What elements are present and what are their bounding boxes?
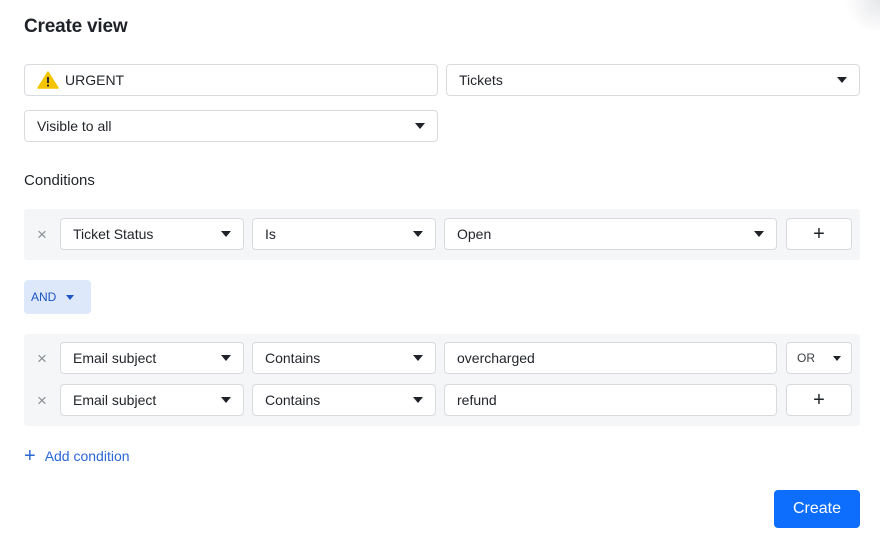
condition-field-select[interactable]: Email subject	[60, 384, 244, 416]
condition-value-input[interactable]: refund	[444, 384, 777, 416]
corner-shadow	[840, 0, 880, 30]
condition-field-select[interactable]: Email subject	[60, 342, 244, 374]
object-type-value: Tickets	[459, 72, 503, 88]
condition-operator-value: Contains	[265, 350, 321, 366]
add-or-condition-button[interactable]: +	[786, 384, 852, 416]
condition-value-select[interactable]: Open	[444, 218, 777, 250]
conditions-label: Conditions	[24, 172, 95, 189]
remove-condition-button[interactable]: ×	[34, 225, 50, 244]
remove-condition-button[interactable]: ×	[34, 391, 50, 410]
condition-operator-select[interactable]: Contains	[252, 384, 436, 416]
chevron-down-icon	[413, 397, 423, 403]
condition-operator-select[interactable]: Contains	[252, 342, 436, 374]
condition-field-value: Email subject	[73, 350, 157, 366]
remove-condition-button[interactable]: ×	[34, 349, 50, 368]
condition-operator-value: Is	[265, 226, 276, 242]
chevron-down-icon	[837, 77, 847, 83]
plus-icon: +	[24, 445, 36, 467]
view-name-input[interactable]: URGENT	[24, 64, 438, 96]
chevron-down-icon	[221, 355, 231, 361]
warning-icon	[37, 71, 59, 89]
condition-value-value: Open	[457, 226, 492, 242]
chevron-down-icon	[413, 355, 423, 361]
or-connector-value: OR	[797, 351, 815, 365]
add-condition-label: Add condition	[44, 448, 130, 464]
or-connector-select[interactable]: OR	[786, 342, 852, 374]
condition-field-select[interactable]: Ticket Status	[60, 218, 244, 250]
condition-field-value: Ticket Status	[73, 226, 154, 242]
condition-operator-value: Contains	[265, 392, 321, 408]
chevron-down-icon	[221, 231, 231, 237]
chevron-down-icon	[833, 355, 841, 361]
visibility-value: Visible to all	[37, 118, 112, 134]
create-button[interactable]: Create	[774, 490, 860, 528]
add-condition-link[interactable]: + Add condition	[24, 446, 130, 466]
condition-value-text: refund	[457, 392, 497, 408]
dialog-title: Create view	[24, 16, 128, 37]
view-name-value: URGENT	[65, 72, 125, 88]
condition-operator-select[interactable]: Is	[252, 218, 436, 250]
condition-field-value: Email subject	[73, 392, 157, 408]
chevron-down-icon	[221, 397, 231, 403]
visibility-select[interactable]: Visible to all	[24, 110, 438, 142]
group-connector-value: AND	[31, 290, 57, 304]
group-connector-select[interactable]: AND	[24, 280, 91, 314]
object-type-select[interactable]: Tickets	[446, 64, 860, 96]
chevron-down-icon	[413, 231, 423, 237]
condition-value-input[interactable]: overcharged	[444, 342, 777, 374]
plus-icon: +	[813, 222, 825, 245]
condition-value-text: overcharged	[457, 350, 535, 366]
chevron-down-icon	[66, 294, 75, 300]
plus-icon: +	[813, 388, 825, 411]
chevron-down-icon	[415, 123, 425, 129]
add-or-condition-button[interactable]: +	[786, 218, 852, 250]
chevron-down-icon	[754, 231, 764, 237]
